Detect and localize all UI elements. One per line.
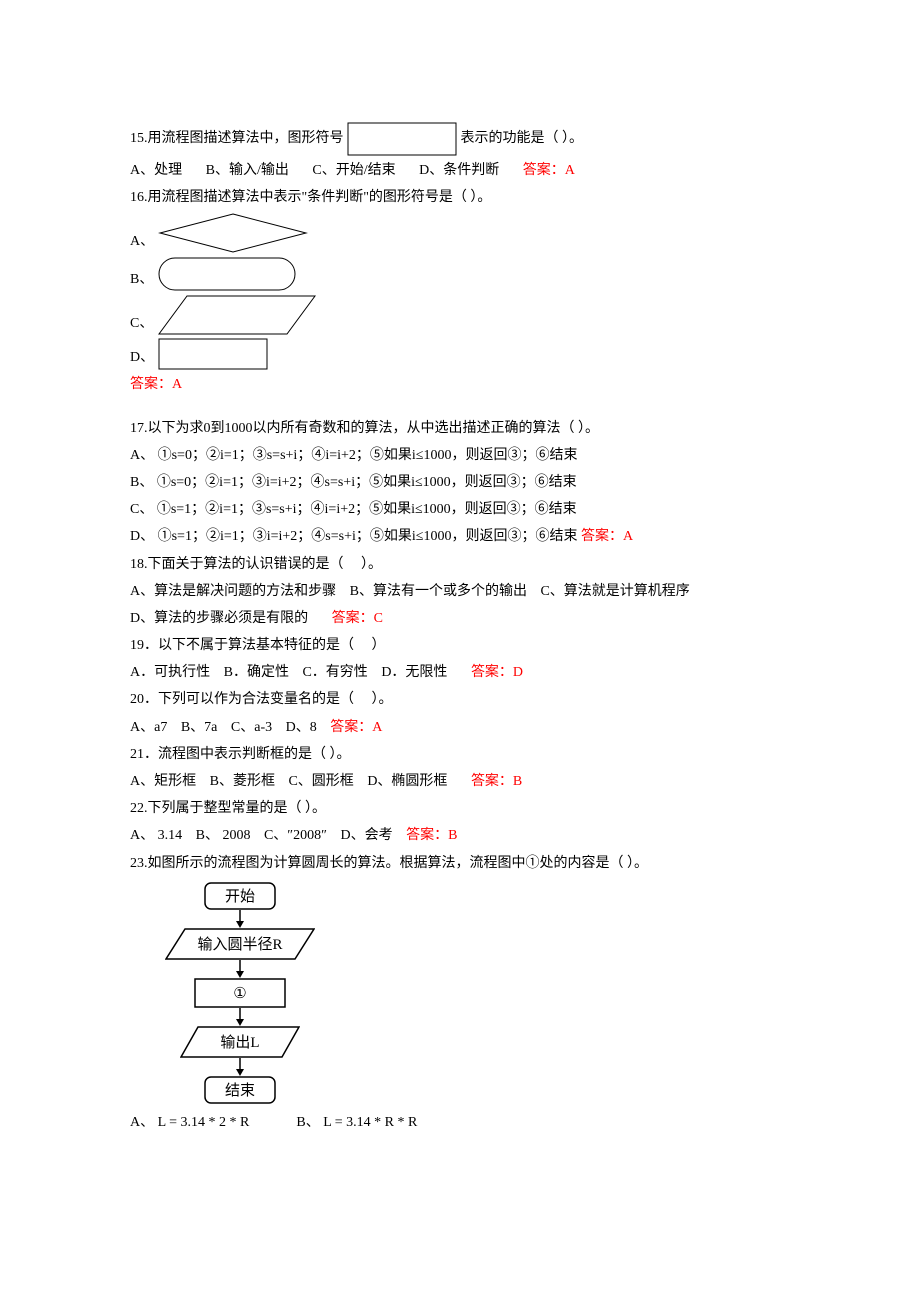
q23-A: A、 L = 3.14 * 2 * R bbox=[130, 1115, 249, 1130]
rectangle-symbol bbox=[347, 122, 457, 156]
q15: 15.用流程图描述算法中，图形符号 表示的功能是（ ）。 bbox=[130, 122, 810, 156]
q17-D-row: D、 ①s=1；②i=1；③i=i+2；④s=s+i；⑤如果i≤1000，则返回… bbox=[130, 524, 810, 549]
q19-C: C．有穷性 bbox=[302, 665, 367, 680]
arrow-icon bbox=[234, 910, 246, 928]
flow-output-icon: 输出L bbox=[180, 1026, 300, 1058]
flow-input-icon: 输入圆半径R bbox=[165, 928, 315, 960]
q19-D: D．无限性 bbox=[381, 665, 447, 680]
q17-D: D、 ①s=1；②i=1；③i=i+2；④s=s+i；⑤如果i≤1000，则返回… bbox=[130, 529, 577, 544]
q23-flowchart: 开始 输入圆半径R ① 输出L 结束 bbox=[160, 882, 810, 1104]
q23-text: 23.如图所示的流程图为计算圆周长的算法。根据算法，流程图中①处的内容是（ ）。 bbox=[130, 851, 810, 876]
q17-answer: 答案：A bbox=[581, 529, 633, 544]
flow-end-text: 结束 bbox=[225, 1082, 255, 1099]
q16-text: 16.用流程图描述算法中表示"条件判断"的图形符号是（ ）。 bbox=[130, 185, 810, 210]
q15-answer: 答案：A bbox=[523, 163, 575, 178]
q22-C: C、″2008″ bbox=[264, 828, 327, 843]
flow-start-icon: 开始 bbox=[204, 882, 276, 910]
q22-D: D、会考 bbox=[340, 828, 392, 843]
q16-D-label: D、 bbox=[130, 345, 154, 370]
arrow-icon bbox=[234, 1008, 246, 1026]
q16-answer: 答案：A bbox=[130, 372, 810, 397]
parallelogram-icon bbox=[157, 294, 317, 336]
q21-opts: A、矩形框 B、菱形框 C、圆形框 D、椭圆形框 答案：B bbox=[130, 769, 810, 794]
q19-A: A．可执行性 bbox=[130, 665, 210, 680]
flow-start-text: 开始 bbox=[225, 888, 255, 905]
q23-opts: A、 L = 3.14 * 2 * R B、 L = 3.14 * R * R bbox=[130, 1110, 810, 1135]
q15-C: C、开始/结束 bbox=[312, 163, 395, 178]
q15-suffix: 表示的功能是（ ）。 bbox=[461, 131, 584, 146]
q22-A: A、 3.14 bbox=[130, 828, 182, 843]
q16-C-label: C、 bbox=[130, 311, 153, 336]
q20-B: B、7a bbox=[181, 720, 218, 735]
q20-A: A、a7 bbox=[130, 720, 167, 735]
rect-icon bbox=[158, 338, 268, 370]
q15-options: A、处理 B、输入/输出 C、开始/结束 D、条件判断 答案：A bbox=[130, 158, 810, 183]
flow-output-text: 输出L bbox=[220, 1034, 259, 1051]
q21-answer: 答案：B bbox=[471, 774, 522, 789]
q20-D: D、8 bbox=[286, 720, 317, 735]
q21-B: B、菱形框 bbox=[210, 774, 275, 789]
q16-A-row: A、 bbox=[130, 212, 810, 254]
q15-B: B、输入/输出 bbox=[206, 163, 289, 178]
q20-opts: A、a7 B、7a C、a-3 D、8 答案：A bbox=[130, 715, 810, 740]
rounded-rect-icon bbox=[157, 256, 297, 292]
q18-answer: 答案：C bbox=[332, 611, 383, 626]
flow-process-text: ① bbox=[233, 986, 246, 1002]
q21-text: 21．流程图中表示判断框的是（ ）。 bbox=[130, 742, 810, 767]
q22-B: B、 2008 bbox=[196, 828, 251, 843]
flow-input-text: 输入圆半径R bbox=[197, 936, 282, 953]
q18-text: 18.下面关于算法的认识错误的是（ ）。 bbox=[130, 552, 810, 577]
q17-A: A、 ①s=0；②i=1；③s=s+i；④i=i+2；⑤如果i≤1000，则返回… bbox=[130, 443, 810, 468]
flow-process-icon: ① bbox=[194, 978, 286, 1008]
q18-D: D、算法的步骤必须是有限的 bbox=[130, 611, 308, 626]
q23-B: B、 L = 3.14 * R * R bbox=[296, 1115, 417, 1130]
q22-opts: A、 3.14 B、 2008 C、″2008″ D、会考 答案：B bbox=[130, 823, 810, 848]
q16-D-row: D、 bbox=[130, 338, 810, 370]
q20-answer: 答案：A bbox=[330, 720, 382, 735]
q18-A: A、算法是解决问题的方法和步骤 bbox=[130, 584, 336, 599]
q16-C-row: C、 bbox=[130, 294, 810, 336]
diamond-icon bbox=[158, 212, 308, 254]
q15-prefix: 15.用流程图描述算法中，图形符号 bbox=[130, 131, 344, 146]
q20-text: 20．下列可以作为合法变量名的是（ ）。 bbox=[130, 687, 810, 712]
q21-C: C、圆形框 bbox=[288, 774, 353, 789]
q20-C: C、a-3 bbox=[231, 720, 272, 735]
q21-D: D、椭圆形框 bbox=[367, 774, 447, 789]
q17-text: 17.以下为求0到1000以内所有奇数和的算法，从中选出描述正确的算法（ ）。 bbox=[130, 416, 810, 441]
q22-text: 22.下列属于整型常量的是（ ）。 bbox=[130, 796, 810, 821]
q15-A: A、处理 bbox=[130, 163, 182, 178]
q17-B: B、 ①s=0；②i=1；③i=i+2；④s=s+i；⑤如果i≤1000，则返回… bbox=[130, 470, 810, 495]
q22-answer: 答案：B bbox=[406, 828, 457, 843]
q19-text: 19．以下不属于算法基本特征的是（ ） bbox=[130, 633, 810, 658]
q19-B: B．确定性 bbox=[224, 665, 289, 680]
q18-opts-row2: D、算法的步骤必须是有限的 答案：C bbox=[130, 606, 810, 631]
arrow-icon bbox=[234, 960, 246, 978]
q16-B-label: B、 bbox=[130, 267, 153, 292]
arrow-icon bbox=[234, 1058, 246, 1076]
q18-B: B、算法有一个或多个的输出 bbox=[350, 584, 527, 599]
q15-D: D、条件判断 bbox=[419, 163, 499, 178]
q19-answer: 答案：D bbox=[471, 665, 523, 680]
q16-A-label: A、 bbox=[130, 229, 154, 254]
q19-opts: A．可执行性 B．确定性 C．有穷性 D．无限性 答案：D bbox=[130, 660, 810, 685]
q17-C: C、 ①s=1；②i=1；③s=s+i；④i=i+2；⑤如果i≤1000，则返回… bbox=[130, 497, 810, 522]
q18-C: C、算法就是计算机程序 bbox=[540, 584, 689, 599]
q21-A: A、矩形框 bbox=[130, 774, 196, 789]
q18-opts-row1: A、算法是解决问题的方法和步骤 B、算法有一个或多个的输出 C、算法就是计算机程… bbox=[130, 579, 810, 604]
flow-end-icon: 结束 bbox=[204, 1076, 276, 1104]
q16-B-row: B、 bbox=[130, 256, 810, 292]
